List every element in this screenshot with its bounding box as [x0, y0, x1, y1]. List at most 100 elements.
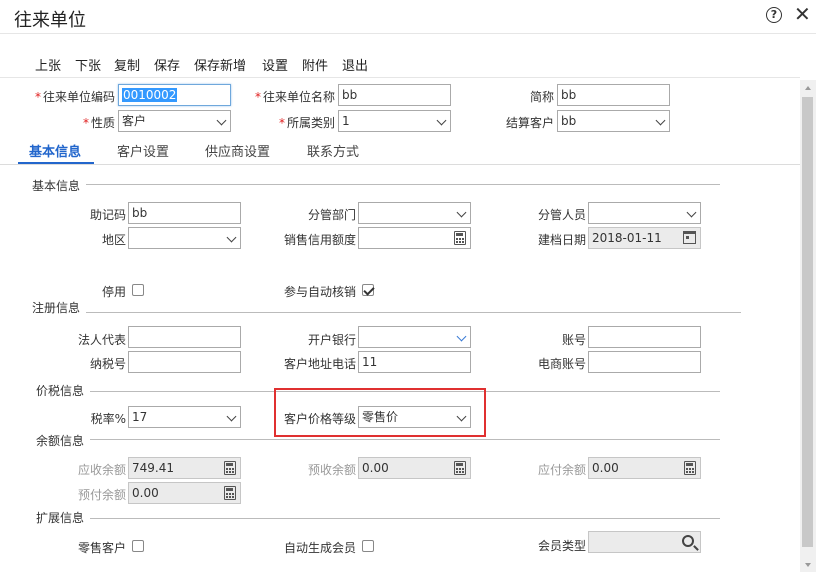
- category-label-text: 所属类别: [286, 116, 335, 130]
- required-mark: *: [82, 116, 89, 130]
- tab-customer-settings[interactable]: 客户设置: [117, 141, 169, 160]
- chevron-down-icon: [436, 115, 447, 126]
- ecom-account-input[interactable]: [588, 351, 701, 373]
- created-date-value: 2018-01-11: [592, 231, 662, 245]
- nature-value: 客户: [122, 114, 147, 128]
- receivable-input[interactable]: 749.41: [128, 457, 241, 479]
- payable-label: 应付余额: [537, 463, 586, 477]
- tab-basic-info[interactable]: 基本信息: [29, 141, 81, 160]
- legal-rep-label: 法人代表: [77, 333, 126, 347]
- address-phone-input[interactable]: 11: [358, 351, 471, 373]
- search-icon[interactable]: [682, 535, 694, 547]
- region-label: 地区: [101, 233, 126, 247]
- settle-customer-select[interactable]: bb: [557, 110, 670, 132]
- category-select[interactable]: 1: [338, 110, 451, 132]
- chevron-down-icon: [456, 207, 467, 218]
- name-input[interactable]: bb: [338, 84, 451, 106]
- tax-rate-label: 税率%: [90, 412, 126, 426]
- help-icon[interactable]: ?: [766, 7, 782, 23]
- bank-select[interactable]: [358, 326, 471, 348]
- staff-select[interactable]: [588, 202, 701, 224]
- section-balance: 余额信息: [36, 434, 85, 448]
- chevron-down-icon: [226, 411, 237, 422]
- section-divider: [86, 184, 720, 185]
- close-icon[interactable]: ✕: [794, 3, 811, 25]
- prev-record-button[interactable]: 上张: [35, 55, 61, 74]
- name-label-text: 往来单位名称: [262, 90, 335, 104]
- auto-member-checkbox[interactable]: [362, 540, 374, 552]
- exit-button[interactable]: 退出: [342, 55, 368, 74]
- prereceived-input[interactable]: 0.00: [358, 457, 471, 479]
- region-select[interactable]: [128, 227, 241, 249]
- ecom-account-label: 电商账号: [537, 357, 586, 371]
- tab-divider: [0, 164, 800, 165]
- save-and-new-button[interactable]: 保存新增: [194, 55, 246, 74]
- dept-select[interactable]: [358, 202, 471, 224]
- prepaid-value: 0.00: [132, 486, 159, 500]
- settings-button[interactable]: 设置: [262, 55, 288, 74]
- next-record-button[interactable]: 下张: [75, 55, 101, 74]
- nature-select[interactable]: 客户: [118, 110, 231, 132]
- disabled-checkbox[interactable]: [132, 284, 144, 296]
- calculator-icon[interactable]: [224, 461, 236, 475]
- title-divider: [0, 33, 816, 34]
- required-mark: *: [254, 90, 261, 104]
- created-date-label: 建档日期: [537, 233, 586, 247]
- address-phone-label: 客户地址电话: [283, 357, 356, 371]
- copy-button[interactable]: 复制: [114, 55, 140, 74]
- calculator-icon[interactable]: [684, 461, 696, 475]
- section-divider: [86, 312, 741, 313]
- tax-no-input[interactable]: [128, 351, 241, 373]
- receivable-value: 749.41: [132, 461, 174, 475]
- credit-input[interactable]: [358, 227, 471, 249]
- save-button[interactable]: 保存: [154, 55, 180, 74]
- payable-input[interactable]: 0.00: [588, 457, 701, 479]
- retail-customer-checkbox[interactable]: [132, 540, 144, 552]
- chevron-down-icon: [216, 115, 227, 126]
- chevron-down-icon: [226, 232, 237, 243]
- prereceived-label: 预收余额: [307, 463, 356, 477]
- prepaid-input[interactable]: 0.00: [128, 482, 241, 504]
- name-label: * 往来单位名称: [240, 88, 335, 105]
- account-input[interactable]: [588, 326, 701, 348]
- scrollbar-thumb[interactable]: [802, 97, 813, 547]
- created-date-input[interactable]: 2018-01-11: [588, 227, 701, 249]
- calendar-icon[interactable]: [683, 231, 696, 244]
- required-mark: *: [34, 90, 41, 104]
- calculator-icon[interactable]: [454, 461, 466, 475]
- auto-writeoff-checkbox[interactable]: [362, 284, 374, 296]
- tab-contact[interactable]: 联系方式: [307, 141, 359, 160]
- category-value: 1: [342, 114, 350, 128]
- section-basic-info: 基本信息: [32, 179, 81, 193]
- legal-rep-input[interactable]: [128, 326, 241, 348]
- section-divider: [90, 439, 720, 440]
- settle-customer-value: bb: [561, 114, 577, 128]
- staff-label: 分管人员: [537, 208, 586, 222]
- settle-customer-label: 结算客户: [505, 116, 554, 130]
- member-type-input[interactable]: [588, 531, 701, 553]
- mnemonic-input[interactable]: bb: [128, 202, 241, 224]
- code-input[interactable]: 0010002: [118, 84, 231, 106]
- calculator-icon[interactable]: [224, 486, 236, 500]
- prereceived-value: 0.00: [362, 461, 389, 475]
- payable-value: 0.00: [592, 461, 619, 475]
- calculator-icon[interactable]: [454, 231, 466, 245]
- section-extension: 扩展信息: [36, 511, 85, 525]
- tab-supplier-settings[interactable]: 供应商设置: [205, 141, 270, 160]
- required-mark: *: [278, 116, 285, 130]
- tax-rate-value: 17: [132, 410, 148, 424]
- short-name-label: 简称: [529, 90, 554, 104]
- account-label: 账号: [561, 333, 586, 347]
- credit-label: 销售信用额度: [283, 233, 356, 247]
- tax-no-label: 纳税号: [89, 357, 126, 371]
- nature-label-text: 性质: [90, 116, 115, 130]
- tax-rate-select[interactable]: 17: [128, 406, 241, 428]
- attachment-button[interactable]: 附件: [302, 55, 328, 74]
- window-title: 往来单位: [14, 10, 86, 31]
- code-value: 0010002: [122, 88, 178, 102]
- section-registration: 注册信息: [32, 301, 81, 315]
- scroll-up-arrow-icon[interactable]: [805, 86, 811, 90]
- short-name-input[interactable]: bb: [557, 84, 670, 106]
- auto-member-label: 自动生成会员: [283, 541, 356, 555]
- scroll-down-arrow-icon[interactable]: [805, 563, 811, 567]
